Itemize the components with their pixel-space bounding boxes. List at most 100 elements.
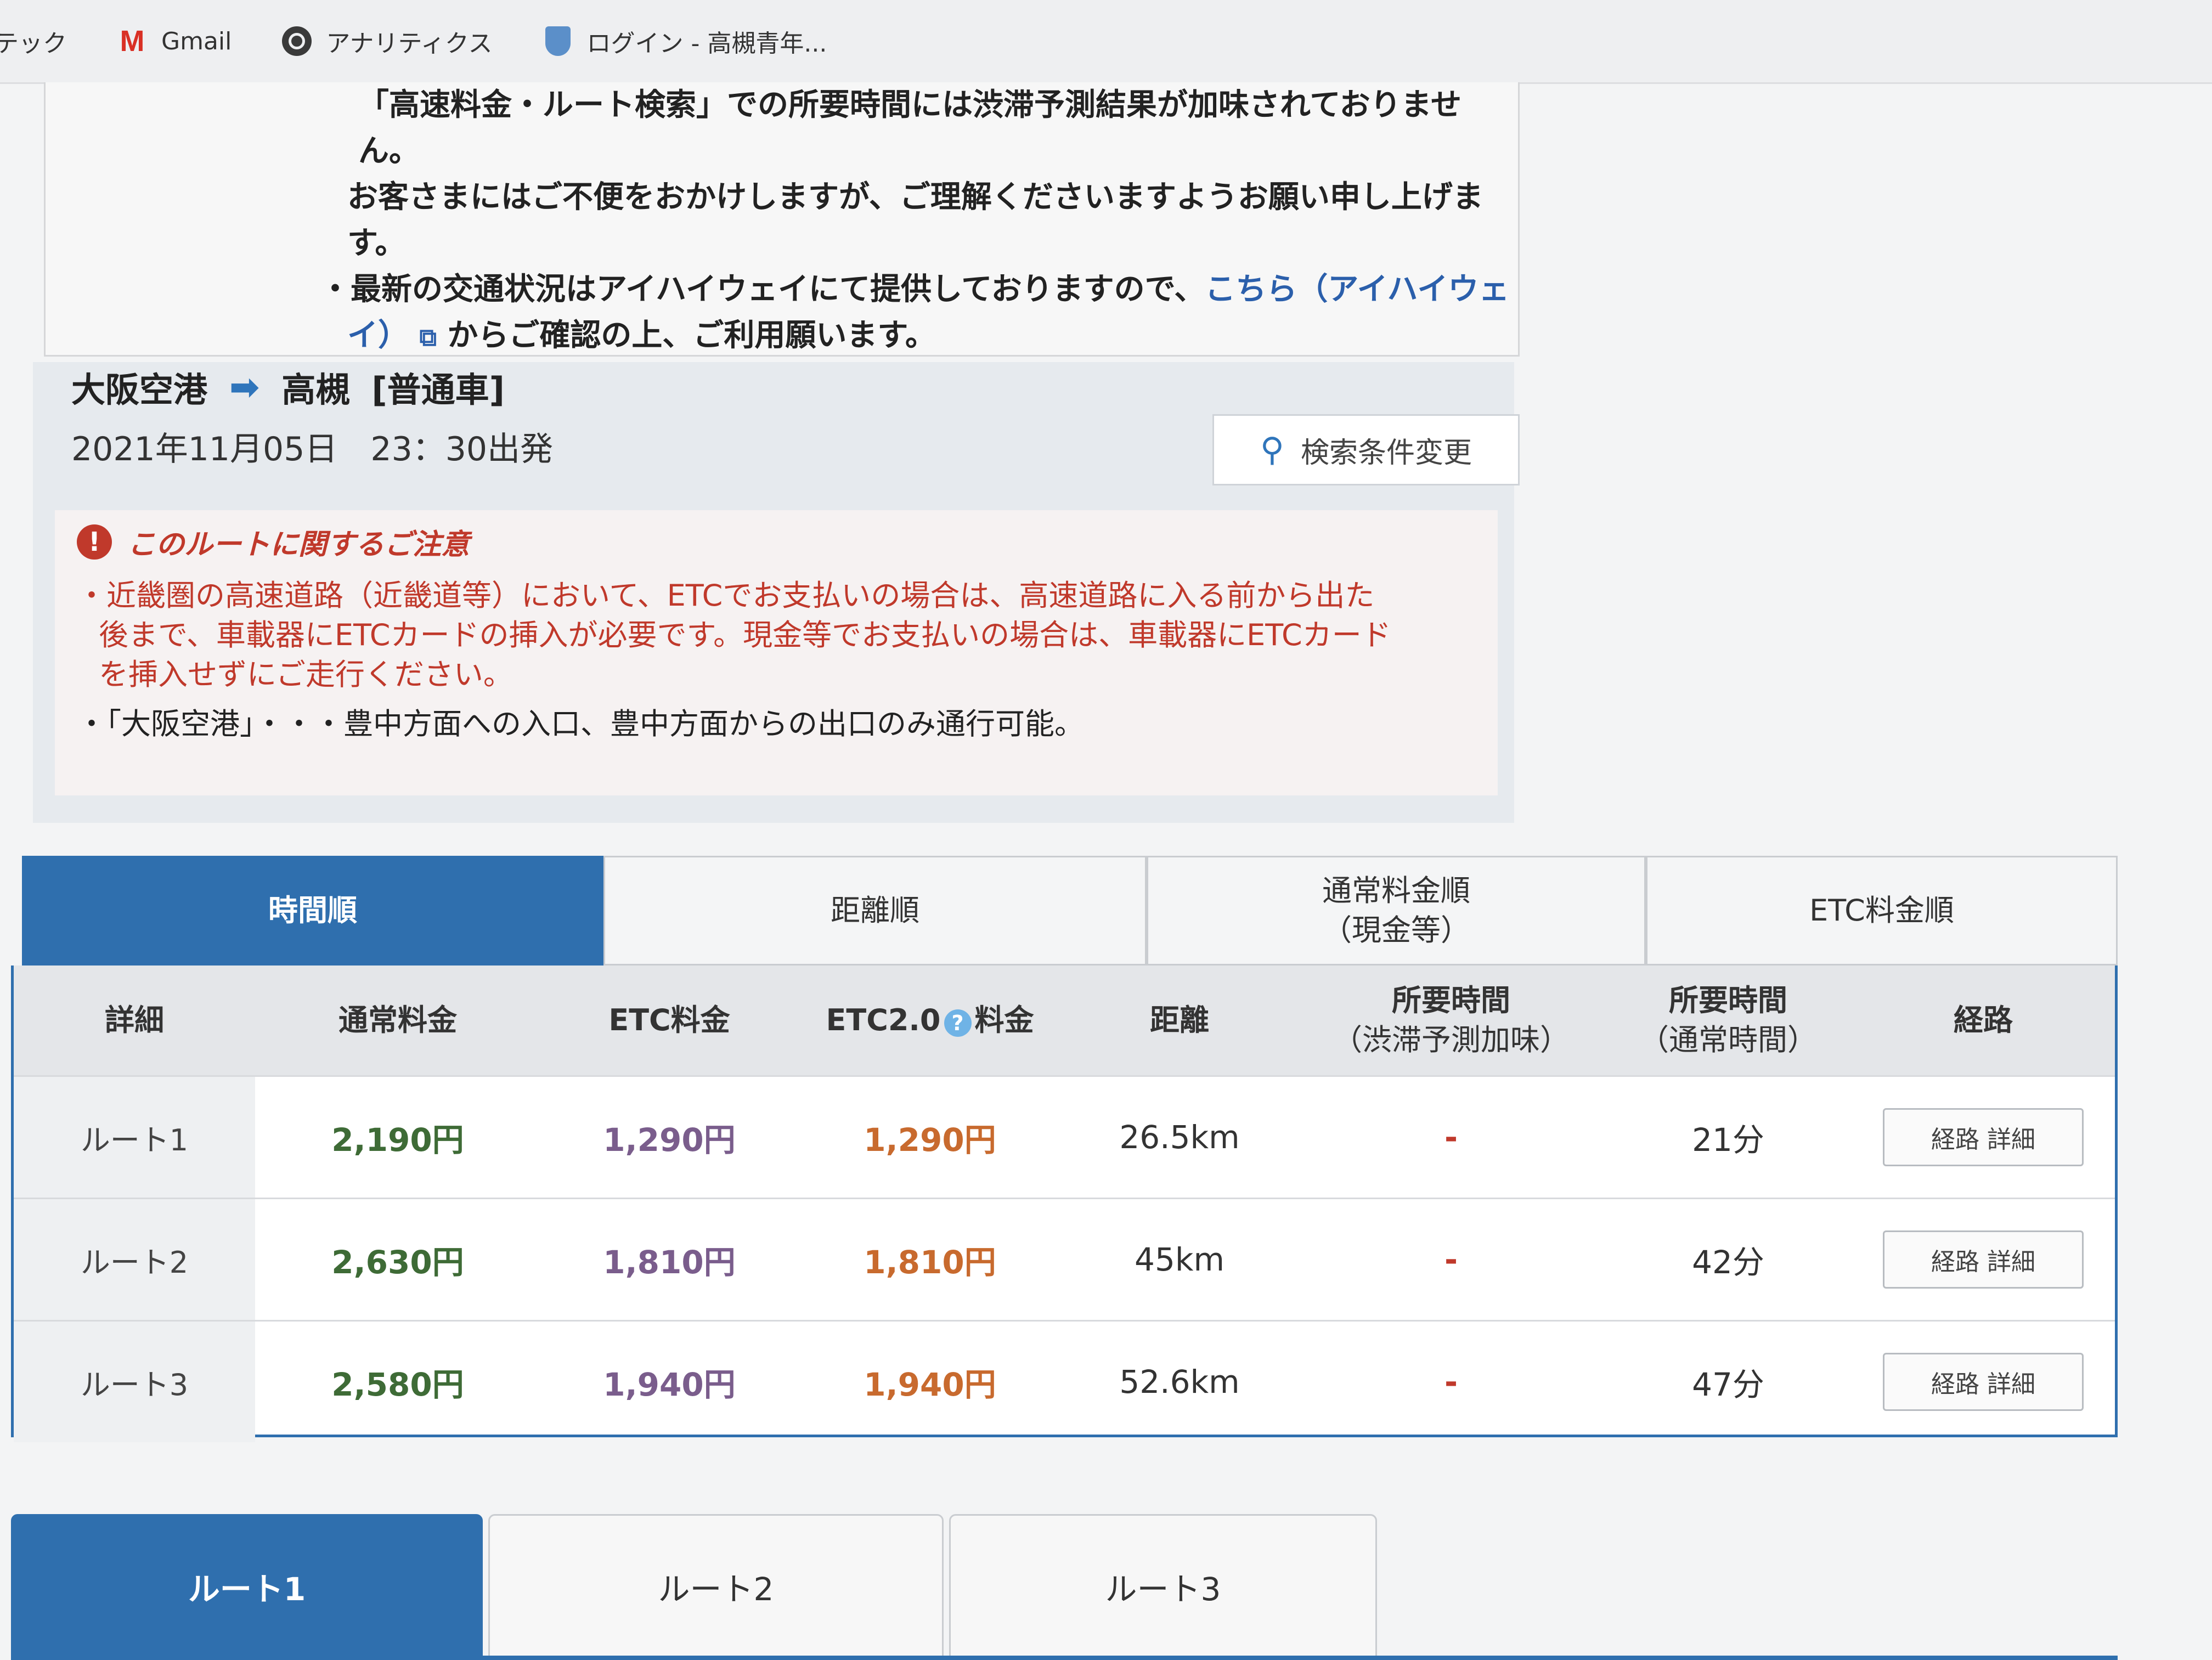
caution-line: ・近畿圏の高速道路（近畿道等）において、ETCでお支払いの場合は、高速道路に入る…: [77, 578, 1375, 613]
col-route: 経路: [1954, 1003, 2013, 1037]
change-search-button[interactable]: ⚲ 検索条件変更: [1212, 414, 1520, 485]
col-time-normal: 所要時間 （通常時間）: [1605, 981, 1852, 1060]
etc2-label: ETC2.0: [826, 1003, 941, 1037]
time-normal: 47分: [1692, 1366, 1764, 1403]
bookmark-label: アナリティクス: [326, 30, 493, 58]
route-summary: 大阪空港 ➡ 高槻 [普通車] 2021年11月05日 23：30出発 ⚲ 検索…: [33, 362, 1520, 823]
bookmark-gmail[interactable]: M Gmail: [116, 25, 232, 58]
bookmark-tech[interactable]: テック: [0, 24, 67, 59]
route-name: ルート1: [14, 1077, 255, 1198]
etc2-fare: 1,290円: [864, 1121, 996, 1159]
caution-line: 後まで、車載器にETCカードの挿入が必要です。現金等でお支払いの場合は、車載器に…: [99, 618, 1391, 652]
tab-label: 距離順: [831, 893, 919, 928]
route-from: 大阪空港: [71, 370, 208, 410]
normal-fare: 2,630円: [331, 1244, 464, 1281]
bookmark-login[interactable]: ログイン - 高槻青年...: [542, 24, 827, 59]
bookmark-label: テック: [0, 30, 67, 58]
tab-sort-normal-fare[interactable]: 通常料金順 （現金等）: [1147, 856, 1646, 965]
col-time-normal-label: 所要時間: [1669, 983, 1787, 1018]
tab-sublabel: （現金等）: [1322, 913, 1470, 947]
bookmarks-bar: テック M Gmail アナリティクス ログイン - 高槻青年...: [0, 0, 2212, 84]
ihighway-link[interactable]: こちら（アイハイウェ: [1205, 272, 1509, 307]
route-name: ルート3: [14, 1322, 255, 1442]
tab-underline: [11, 1656, 2118, 1660]
col-time-traffic: 所要時間 （渋滞予測加味）: [1297, 981, 1605, 1060]
col-detail: 詳細: [105, 1003, 164, 1037]
etc-fare: 1,290円: [603, 1121, 736, 1159]
time-normal: 42分: [1692, 1244, 1764, 1281]
help-icon[interactable]: ?: [944, 1009, 972, 1037]
normal-fare: 2,190円: [331, 1121, 464, 1159]
departure-datetime: 2021年11月05日 23：30出発: [71, 430, 554, 468]
caution-body: ・近畿圏の高速道路（近畿道等）において、ETCでお支払いの場合は、高速道路に入る…: [77, 576, 1481, 744]
caution-title-text: このルートに関するご注意: [127, 528, 470, 561]
time-traffic: -: [1444, 1363, 1458, 1401]
route-cell: 経路 詳細: [1852, 1353, 2115, 1411]
external-link-icon: ⧉: [419, 324, 437, 352]
caution-title: ! このルートに関するご注意: [77, 521, 470, 562]
col-distance: 距離: [1150, 1003, 1209, 1037]
traffic-notice: 「高速料金・ルート検索」での所要時間には渋滞予測結果が加味されておりません。 お…: [44, 82, 1520, 357]
col-time-traffic-sub: （渋滞予測加味）: [1333, 1023, 1570, 1057]
bookmark-label: ログイン - 高槻青年...: [586, 30, 827, 58]
time-normal: 21分: [1692, 1121, 1764, 1159]
route-title: 大阪空港 ➡ 高槻 [普通車]: [71, 362, 505, 411]
distance: 45km: [1135, 1241, 1224, 1278]
distance: 26.5km: [1119, 1119, 1240, 1156]
bookmark-analytics[interactable]: アナリティクス: [281, 24, 493, 59]
etc-fare: 1,940円: [603, 1366, 736, 1403]
warning-icon: !: [77, 524, 112, 560]
route-detail-button[interactable]: 経路 詳細: [1883, 1108, 2084, 1166]
normal-fare: 2,580円: [331, 1366, 464, 1403]
tab-route-3[interactable]: ルート3: [949, 1514, 1377, 1659]
tab-label: ETC料金順: [1809, 893, 1954, 928]
bookmark-label: Gmail: [161, 27, 232, 55]
sort-tabs: 時間順 距離順 通常料金順 （現金等） ETC料金順: [22, 856, 2118, 965]
ihighway-link-end[interactable]: イ）: [347, 318, 409, 353]
route-caution: ! このルートに関するご注意 ・近畿圏の高速道路（近畿道等）において、ETCでお…: [55, 510, 1498, 795]
tab-route-1[interactable]: ルート1: [11, 1514, 483, 1659]
table-row: ルート2 2,630円 1,810円 1,810円 45km - 42分 経路 …: [14, 1198, 2115, 1320]
route-name: ルート2: [14, 1199, 255, 1320]
tab-label: 通常料金順: [1322, 873, 1470, 908]
time-traffic: -: [1444, 1119, 1458, 1156]
notice-text: からご確認の上、ご利用願います。: [447, 318, 936, 353]
etc2-fare: 1,810円: [864, 1244, 996, 1281]
etc2-label-suffix: 料金: [974, 1003, 1034, 1037]
notice-line: お客さまにはご不便をおかけしますが、ご理解くださいますようお願い申し上げます。: [347, 179, 1483, 261]
tab-sort-etc-fare[interactable]: ETC料金順: [1646, 856, 2118, 965]
tab-label: ルート1: [188, 1571, 306, 1608]
caution-line: を挿入せずにご走行ください。: [99, 657, 513, 692]
notice-line: 「高速料金・ルート検索」での所要時間には渋滞予測結果が加味されておりません。: [358, 87, 1462, 169]
notice-line: イ） ⧉ からご確認の上、ご利用願います。: [347, 313, 1518, 361]
tab-sort-distance[interactable]: 距離順: [603, 856, 1147, 965]
gmail-icon: M: [120, 25, 145, 58]
tab-route-2[interactable]: ルート2: [488, 1514, 944, 1659]
globe-icon: [281, 25, 313, 57]
search-icon: ⚲: [1260, 431, 1284, 469]
tab-label: 時間順: [268, 893, 357, 928]
route-detail-button[interactable]: 経路 詳細: [1883, 1353, 2084, 1411]
etc-fare: 1,810円: [603, 1244, 736, 1281]
car-type: [普通車]: [371, 370, 505, 410]
tab-label: ルート2: [658, 1571, 774, 1608]
col-time-traffic-label: 所要時間: [1392, 983, 1510, 1018]
tab-label: ルート3: [1105, 1571, 1221, 1608]
route-to: 高槻: [281, 370, 350, 410]
notice-line: ・最新の交通状況はアイハイウェイにて提供しておりますので、こちら（アイハイウェ: [320, 267, 1518, 313]
tab-sort-time[interactable]: 時間順: [22, 856, 603, 965]
col-etc-fare: ETC料金: [608, 1003, 730, 1037]
table-header: 詳細 通常料金 ETC料金 ETC2.0? 料金 距離 所要時間 （渋滞予測加味）…: [14, 965, 2115, 1075]
table-row: ルート3 2,580円 1,940円 1,940円 52.6km - 47分 経…: [14, 1320, 2115, 1442]
route-detail-button[interactable]: 経路 詳細: [1883, 1230, 2084, 1289]
col-etc2-fare: ETC2.0? 料金: [798, 1001, 1062, 1040]
caution-line: ・「大阪空港」・・・豊中方面への入口、豊中方面からの出口のみ通行可能。: [77, 707, 1084, 741]
notice-text: ・最新の交通状況はアイハイウェイにて提供しておりますので、: [320, 272, 1205, 307]
shield-icon: [542, 25, 574, 57]
distance: 52.6km: [1119, 1363, 1240, 1401]
arrow-right-icon: ➡: [229, 365, 260, 408]
col-time-normal-sub: （通常時間）: [1639, 1023, 1817, 1057]
route-tabs: ルート1 ルート2 ルート3: [11, 1514, 2118, 1660]
time-traffic: -: [1444, 1241, 1458, 1278]
col-normal-fare: 通常料金: [338, 1003, 457, 1037]
